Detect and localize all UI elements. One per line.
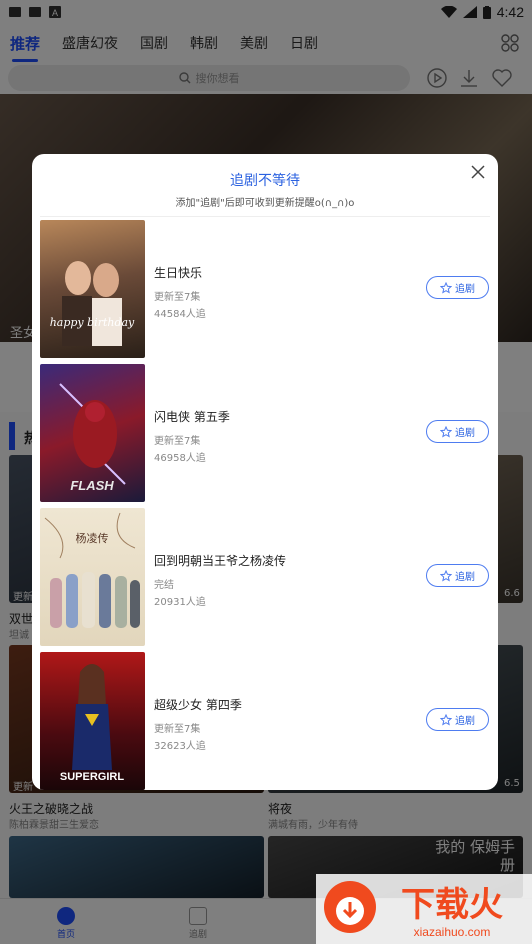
poster-title: FLASH bbox=[70, 478, 114, 493]
star-icon bbox=[440, 281, 452, 294]
star-icon bbox=[440, 713, 452, 726]
poster-title: happy birthday bbox=[50, 316, 135, 329]
poster-title: SUPERGIRL bbox=[60, 771, 124, 783]
drama-episode-status: 更新至7集 bbox=[154, 724, 201, 735]
drama-follower-count: 46958人追 bbox=[154, 453, 206, 464]
follow-recommend-dialog: 追剧不等待 添加"追剧"后即可收到更新提醒o(∩_∩)o happy birth… bbox=[32, 154, 498, 790]
follow-button-label: 追剧 bbox=[455, 572, 475, 583]
app-screen: A 4:42 推荐 盛唐幻夜 国剧 韩剧 美剧 日剧 搜你想看 bbox=[0, 0, 532, 944]
poster-art: FLASH bbox=[59, 383, 126, 493]
drama-thumbnail[interactable]: happy birthday bbox=[40, 220, 145, 358]
drama-episode-status: 更新至7集 bbox=[154, 436, 201, 447]
drama-episode-status: 更新至7集 bbox=[154, 292, 201, 303]
drama-name: 闪电侠 第五季 bbox=[154, 410, 230, 424]
drama-episode-status: 完结 bbox=[154, 580, 174, 591]
dialog-subtitle: 添加"追剧"后即可收到更新提醒o(∩_∩)o bbox=[175, 198, 355, 209]
follow-button[interactable]: 追剧 bbox=[426, 420, 489, 443]
drama-list-item[interactable]: FLASH 闪电侠 第五季 更新至7集 46958人追 追剧 bbox=[32, 360, 498, 502]
drama-follower-count: 44584人追 bbox=[154, 309, 206, 320]
follow-button-label: 追剧 bbox=[455, 284, 475, 295]
drama-follower-count: 20931人追 bbox=[154, 597, 206, 608]
follow-button[interactable]: 追剧 bbox=[426, 564, 489, 587]
drama-name: 超级少女 第四季 bbox=[154, 698, 242, 712]
poster-art: happy birthday bbox=[50, 261, 135, 346]
drama-list-item[interactable]: happy birthday 生日快乐 更新至7集 44584人追 追剧 bbox=[32, 216, 498, 358]
drama-name: 生日快乐 bbox=[154, 266, 203, 280]
star-icon bbox=[440, 569, 452, 582]
follow-button-label: 追剧 bbox=[455, 716, 475, 727]
follow-button-label: 追剧 bbox=[455, 428, 475, 439]
follow-button[interactable]: 追剧 bbox=[426, 708, 489, 731]
drama-name: 回到明朝当王爷之杨凌传 bbox=[154, 554, 287, 568]
poster-art: SUPERGIRL bbox=[60, 664, 124, 783]
follow-button[interactable]: 追剧 bbox=[426, 276, 489, 299]
watermark-url: xiazaihuo.com bbox=[414, 925, 491, 939]
watermark-brand: 下载火 bbox=[401, 885, 503, 925]
drama-thumbnail[interactable]: FLASH bbox=[40, 364, 145, 502]
watermark-logo: 下载火 xiazaihuo.com bbox=[316, 874, 532, 944]
drama-list-item[interactable]: 杨凌传 回到明朝当王爷之杨凌传 完结 20931人追 追剧 bbox=[32, 504, 498, 646]
dialog-title: 追剧不等待 bbox=[230, 173, 300, 189]
poster-art: 杨凌传 bbox=[44, 512, 140, 628]
drama-thumbnail[interactable]: SUPERGIRL bbox=[40, 652, 145, 790]
star-icon bbox=[440, 425, 452, 438]
drama-list-item[interactable]: SUPERGIRL 超级少女 第四季 更新至7集 32623人追 追剧 bbox=[32, 648, 498, 790]
close-icon[interactable] bbox=[468, 162, 488, 182]
drama-follower-count: 32623人追 bbox=[154, 741, 206, 752]
drama-thumbnail[interactable]: 杨凌传 bbox=[40, 508, 145, 646]
poster-title: 杨凌传 bbox=[76, 531, 109, 545]
